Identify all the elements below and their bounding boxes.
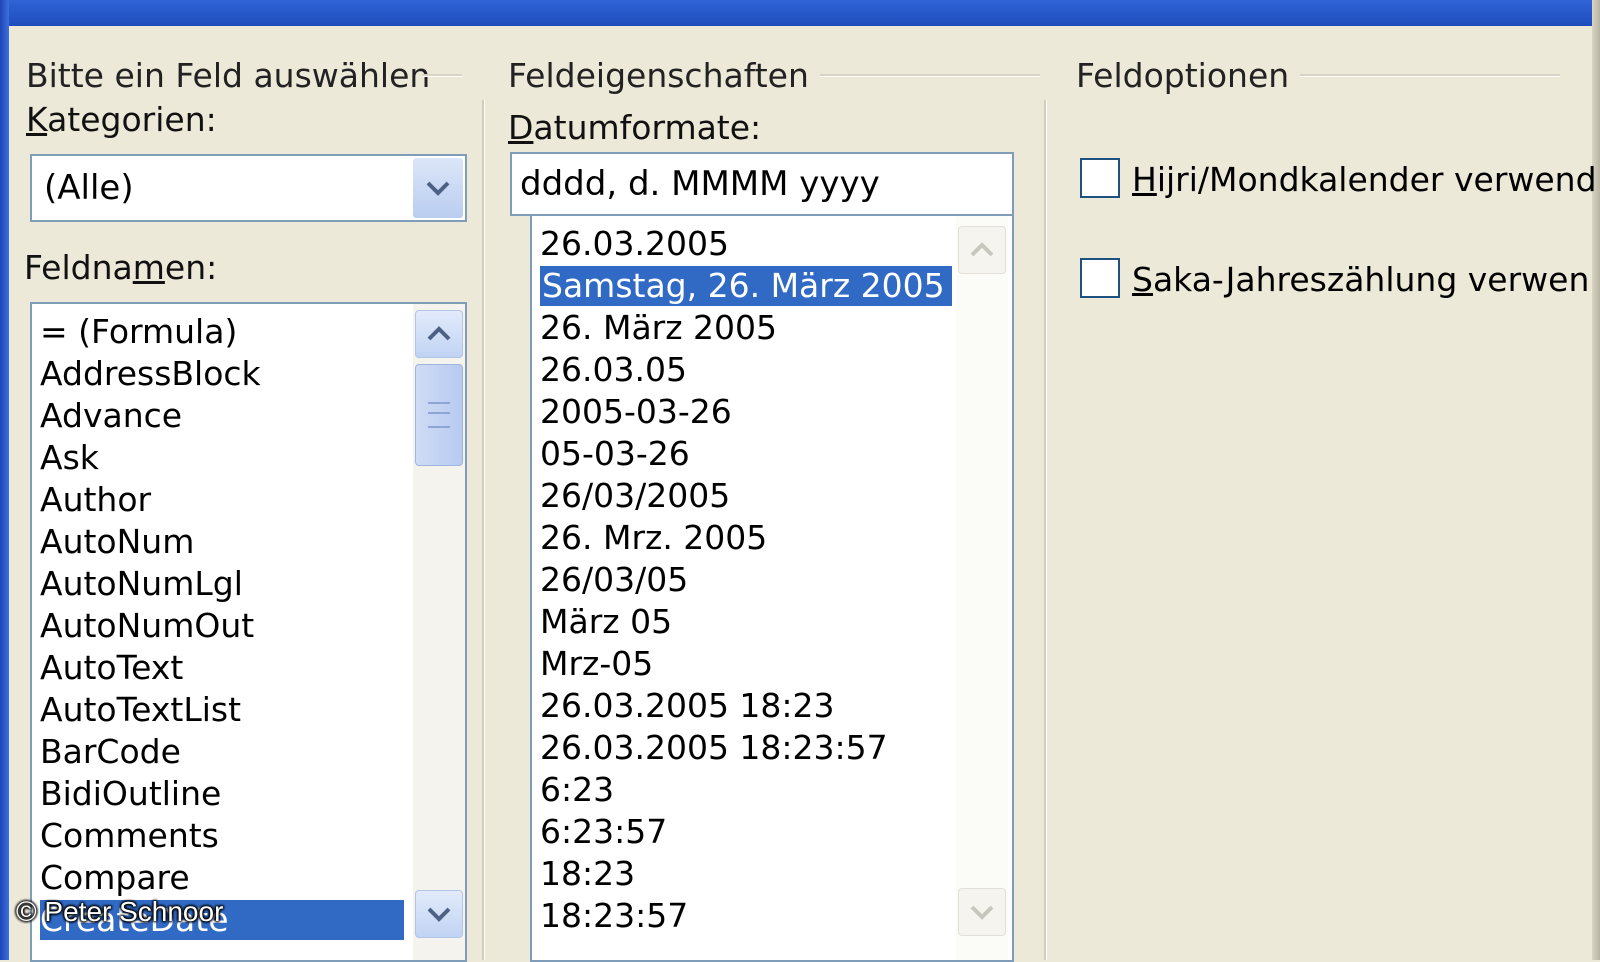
categories-combobox[interactable]: (Alle)	[30, 154, 467, 222]
chevron-down-icon	[426, 181, 450, 196]
dateformats-label-text: atumformate:	[533, 108, 762, 147]
scroll-down-button-disabled[interactable]	[958, 888, 1006, 936]
dateformat-item[interactable]: 6:23	[540, 770, 614, 810]
dateformat-item[interactable]: 26.03.2005	[540, 224, 729, 264]
fieldname-item[interactable]: Ask	[40, 438, 99, 478]
chevron-up-icon	[427, 326, 451, 341]
dateformat-value: dddd, d. MMMM yyyy	[520, 164, 880, 204]
scroll-up-button-disabled[interactable]	[958, 226, 1006, 274]
categories-label-text: ategorien:	[47, 100, 217, 139]
dateformat-item[interactable]: März 05	[540, 602, 672, 642]
group-rule-left	[422, 74, 462, 77]
fieldname-item[interactable]: BarCode	[40, 732, 181, 772]
fieldnames-listbox[interactable]: = (Formula) AddressBlock Advance Ask Author A…	[30, 302, 467, 962]
dateformats-listbox[interactable]: 26.03.2005 Samstag, 26. März 2005 26. März…	[530, 216, 1014, 962]
fieldname-item[interactable]: AutoNumLgl	[40, 564, 243, 604]
dateformat-item[interactable]: 18:23	[540, 854, 635, 894]
grip-icon	[428, 402, 450, 428]
fieldname-item[interactable]: Comments	[40, 816, 219, 856]
field-properties-group-title: Feldeigenschaften	[508, 56, 809, 95]
fieldname-item[interactable]: Author	[40, 480, 151, 520]
field-options-group-title: Feldoptionen	[1076, 56, 1290, 95]
fieldname-item[interactable]: = (Formula)	[40, 312, 237, 352]
group-rule-middle	[820, 74, 1040, 77]
dateformat-item[interactable]: 2005-03-26	[540, 392, 732, 432]
dateformat-item[interactable]: 6:23:57	[540, 812, 667, 852]
dateformat-item[interactable]: Mrz-05	[540, 644, 653, 684]
chevron-down-icon	[427, 907, 451, 922]
scroll-thumb[interactable]	[415, 364, 463, 466]
dateformat-item[interactable]: 26.03.2005 18:23:57	[540, 728, 888, 768]
chevron-up-icon	[970, 242, 994, 257]
chevron-down-icon	[970, 905, 994, 920]
scroll-down-button[interactable]	[415, 890, 463, 938]
dateformat-input[interactable]: dddd, d. MMMM yyyy	[510, 152, 1014, 216]
dateformat-item[interactable]: 18:23:57	[540, 896, 688, 936]
group-rule-right	[1300, 74, 1560, 77]
dateformat-item[interactable]: 05-03-26	[540, 434, 690, 474]
fieldname-item[interactable]: Advance	[40, 396, 182, 436]
hijri-label-text: ijri/Mondkalender verwend	[1156, 160, 1597, 199]
saka-checkbox[interactable]	[1080, 258, 1120, 298]
fieldnames-label-a: Feldna	[24, 248, 133, 287]
fieldname-item[interactable]: AutoText	[40, 648, 183, 688]
group-separator-1	[482, 100, 485, 960]
window-left-border	[0, 0, 9, 960]
categories-value: (Alle)	[44, 168, 134, 208]
dateformat-item[interactable]: 26. Mrz. 2005	[540, 518, 767, 558]
fieldnames-label-m: m	[132, 248, 165, 287]
saka-label-text: aka-Jahreszählung verwen	[1152, 260, 1590, 299]
dateformat-item[interactable]: 26/03/2005	[540, 476, 730, 516]
fieldname-item[interactable]: AutoNum	[40, 522, 194, 562]
fieldname-item[interactable]: AutoNumOut	[40, 606, 254, 646]
dateformat-item[interactable]: 26/03/05	[540, 560, 688, 600]
dateformat-item[interactable]: 26.03.2005 18:23	[540, 686, 835, 726]
scroll-up-button[interactable]	[415, 310, 463, 358]
hijri-checkbox-label[interactable]: Hijri/Mondkalender verwend	[1132, 160, 1597, 199]
dateformat-item[interactable]: Samstag, 26. März 2005	[539, 265, 953, 307]
fieldnames-label-b: en:	[164, 248, 218, 287]
fieldname-item[interactable]: AddressBlock	[40, 354, 261, 394]
copyright-watermark: © Peter Schnoor	[16, 896, 224, 927]
saka-checkbox-label[interactable]: Saka-Jahreszählung verwen	[1132, 260, 1589, 299]
dateformat-item[interactable]: 26. März 2005	[540, 308, 777, 348]
fieldname-item[interactable]: AutoTextList	[40, 690, 241, 730]
fieldnames-scrollbar[interactable]	[413, 304, 465, 960]
dateformat-item[interactable]: 26.03.05	[540, 350, 687, 390]
fieldname-item[interactable]: BidiOutline	[40, 774, 221, 814]
window-right-border	[1592, 0, 1600, 960]
categories-label: Kategorien:	[26, 100, 217, 139]
dateformats-label: Datumformate:	[508, 108, 762, 147]
fieldname-item[interactable]: Compare	[40, 858, 190, 898]
group-separator-2	[1044, 100, 1047, 960]
categories-dropdown-button[interactable]	[413, 158, 463, 218]
window-titlebar	[0, 0, 1600, 26]
select-field-group-title: Bitte ein Feld auswählen	[26, 56, 431, 95]
fieldnames-label: Feldnamen:	[24, 248, 217, 287]
dateformats-scrollbar[interactable]	[956, 216, 1008, 960]
hijri-checkbox[interactable]	[1080, 158, 1120, 198]
